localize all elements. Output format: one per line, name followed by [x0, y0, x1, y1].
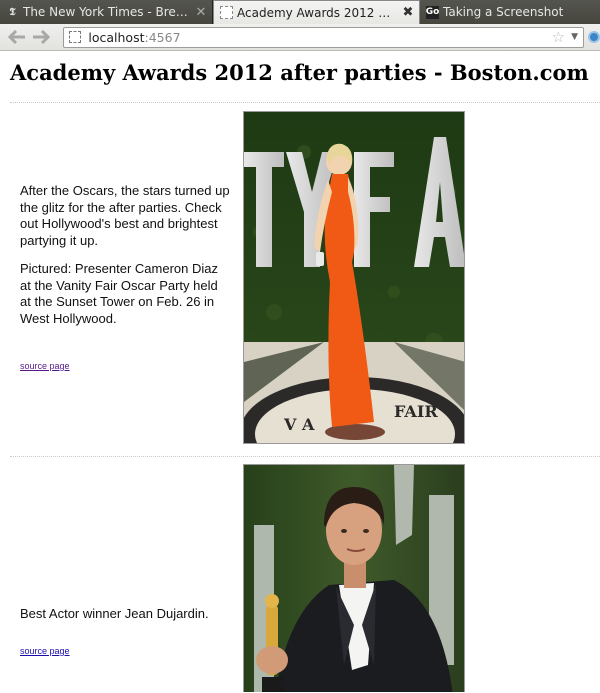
divider [10, 456, 600, 457]
cameron-diaz-photo: V A FAIR [243, 111, 465, 444]
tab-title: The New York Times - Breaking [23, 5, 190, 19]
url-text[interactable]: localhost:4567 [88, 30, 180, 45]
jean-dujardin-photo [243, 464, 465, 692]
entry-caption: After the Oscars, the stars turned up th… [20, 183, 230, 339]
tab-nytimes[interactable]: 𝕿 The New York Times - Breaking ✕ [0, 0, 213, 24]
entry-caption: Best Actor winner Jean Dujardin. [20, 606, 230, 635]
caption-paragraph: After the Oscars, the stars turned up th… [20, 183, 230, 248]
close-tab-icon[interactable]: ✕ [194, 5, 208, 20]
tab-title: Taking a Screenshot [443, 5, 564, 19]
page-icon [69, 31, 82, 43]
tab-academy-awards[interactable]: Academy Awards 2012 after parties ✖ [213, 0, 420, 24]
star-icon[interactable]: ☆ [552, 28, 565, 47]
chrome-menu-icon[interactable] [588, 31, 600, 43]
g-icon: Go [425, 5, 440, 19]
svg-text:V A: V A [283, 415, 315, 434]
back-arrow-icon[interactable] [6, 26, 28, 48]
close-tab-icon[interactable]: ✖ [401, 5, 415, 20]
source-page-link[interactable]: source page [20, 646, 70, 656]
forward-arrow-icon[interactable] [30, 26, 52, 48]
page-title: Academy Awards 2012 after parties - Bost… [10, 60, 589, 85]
page-content: Academy Awards 2012 after parties - Bost… [0, 51, 600, 692]
tab-taking-screenshot[interactable]: Go Taking a Screenshot [420, 0, 600, 24]
blank-page-icon [220, 6, 233, 19]
tab-strip: 𝕿 The New York Times - Breaking ✕ Academ… [0, 0, 600, 24]
nyt-icon: 𝕿 [9, 6, 16, 18]
source-page-link[interactable]: source page [20, 361, 70, 371]
caption-paragraph: Best Actor winner Jean Dujardin. [20, 606, 209, 621]
divider [10, 102, 600, 103]
tab-title: Academy Awards 2012 after parties [237, 5, 397, 20]
dropdown-arrow-icon[interactable]: ▼ [571, 28, 578, 47]
svg-text:FAIR: FAIR [394, 402, 438, 421]
browser-toolbar: localhost:4567 ☆ ▼ [0, 24, 600, 51]
address-bar[interactable]: localhost:4567 ☆ ▼ [63, 26, 585, 48]
caption-paragraph: Pictured: Presenter Cameron Diaz at the … [20, 261, 218, 326]
